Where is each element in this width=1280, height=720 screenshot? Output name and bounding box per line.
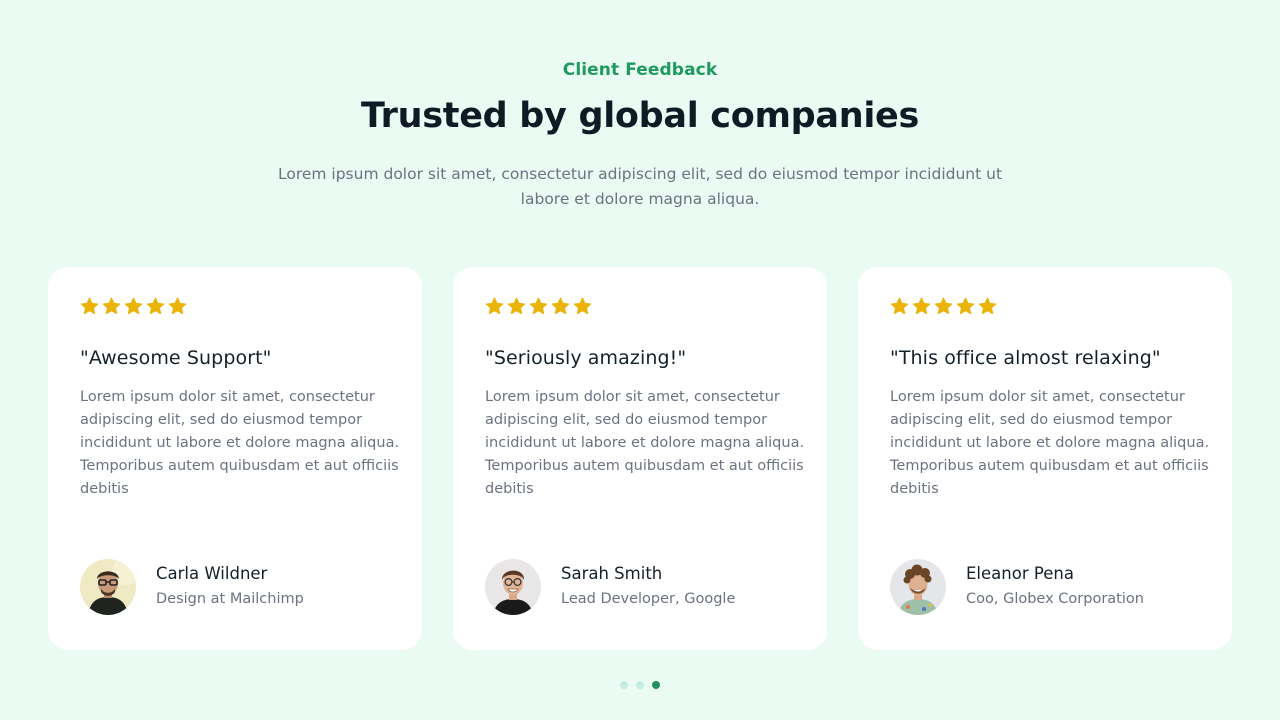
testimonial-text: Lorem ipsum dolor sit amet, consectetur … bbox=[485, 389, 805, 497]
star-rating bbox=[890, 297, 997, 316]
avatar bbox=[485, 559, 541, 615]
testimonial-text: Lorem ipsum dolor sit amet, consectetur … bbox=[80, 389, 400, 497]
star-icon bbox=[485, 297, 504, 315]
carousel-pagination bbox=[620, 681, 660, 689]
star-icon bbox=[934, 297, 953, 315]
testimonial-quote: "This office almost relaxing" bbox=[890, 347, 1161, 369]
testimonial-author: Carla Wildner Design at Mailchimp bbox=[80, 559, 304, 615]
star-icon bbox=[573, 297, 592, 315]
author-role: Lead Developer, Google bbox=[561, 590, 736, 607]
section-subtitle: Lorem ipsum dolor sit amet, consectetur … bbox=[277, 165, 1003, 208]
author-name: Sarah Smith bbox=[561, 563, 663, 583]
testimonial-quote: "Awesome Support" bbox=[80, 347, 272, 369]
section-eyebrow: Client Feedback bbox=[562, 60, 718, 80]
avatar bbox=[890, 559, 946, 615]
pagination-dot-2[interactable] bbox=[636, 681, 644, 689]
author-role: Coo, Globex Corporation bbox=[966, 590, 1144, 607]
star-icon bbox=[551, 297, 570, 315]
star-icon bbox=[80, 297, 99, 315]
pagination-dot-3[interactable] bbox=[652, 681, 660, 689]
avatar bbox=[80, 559, 136, 615]
star-icon bbox=[102, 297, 121, 315]
testimonial-card: "Awesome Support" Lorem ipsum dolor sit … bbox=[48, 267, 422, 650]
star-icon bbox=[956, 297, 975, 315]
star-icon bbox=[529, 297, 548, 315]
star-rating bbox=[485, 297, 592, 316]
testimonial-text: Lorem ipsum dolor sit amet, consectetur … bbox=[890, 389, 1210, 497]
author-name: Carla Wildner bbox=[156, 563, 268, 583]
star-icon bbox=[124, 297, 143, 315]
testimonial-card: "This office almost relaxing" Lorem ipsu… bbox=[858, 267, 1232, 650]
star-icon bbox=[507, 297, 526, 315]
star-icon bbox=[890, 297, 909, 315]
star-icon bbox=[912, 297, 931, 315]
star-icon bbox=[168, 297, 187, 315]
pagination-dot-1[interactable] bbox=[620, 681, 628, 689]
author-role: Design at Mailchimp bbox=[156, 590, 304, 607]
testimonial-quote: "Seriously amazing!" bbox=[485, 347, 687, 369]
testimonial-card: "Seriously amazing!" Lorem ipsum dolor s… bbox=[453, 267, 827, 650]
section-title: Trusted by global companies bbox=[360, 96, 920, 136]
author-name: Eleanor Pena bbox=[966, 563, 1074, 583]
testimonial-author: Eleanor Pena Coo, Globex Corporation bbox=[890, 559, 1144, 615]
star-icon bbox=[146, 297, 165, 315]
star-rating bbox=[80, 297, 187, 316]
testimonial-author: Sarah Smith Lead Developer, Google bbox=[485, 559, 735, 615]
star-icon bbox=[978, 297, 997, 315]
